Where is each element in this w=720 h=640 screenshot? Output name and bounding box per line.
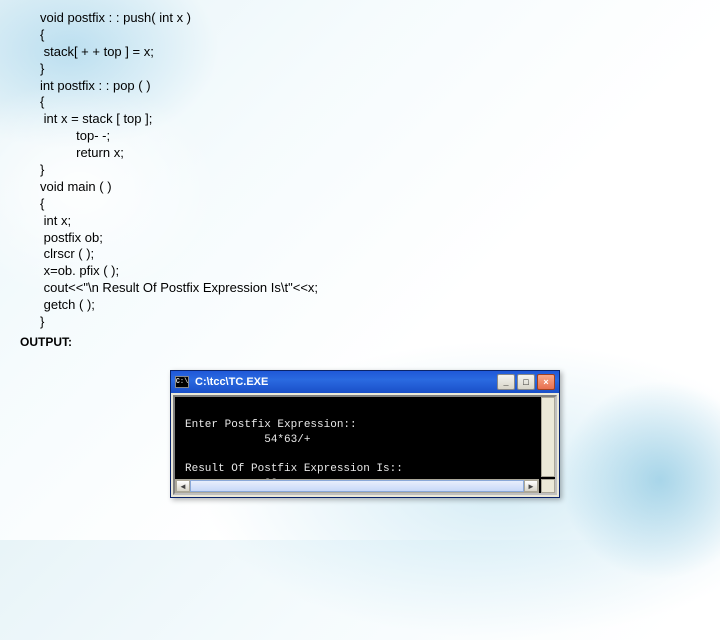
vertical-scrollbar[interactable] xyxy=(541,397,555,477)
horizontal-scrollbar[interactable]: ◄ ► xyxy=(175,479,539,493)
scroll-left-icon[interactable]: ◄ xyxy=(176,480,190,492)
slide-content: void postfix : : push( int x ) { stack[ … xyxy=(0,0,720,361)
scroll-right-icon[interactable]: ► xyxy=(524,480,538,492)
code-line: stack[ + + top ] = x; xyxy=(40,44,680,61)
code-line: int x; xyxy=(40,213,680,230)
console-window: C:\ C:\tcc\TC.EXE _ □ × Enter Postfix Ex… xyxy=(170,370,560,498)
code-line: postfix ob; xyxy=(40,230,680,247)
code-line: } xyxy=(40,314,680,331)
code-line: return x; xyxy=(40,145,680,162)
window-buttons: _ □ × xyxy=(497,374,555,390)
titlebar[interactable]: C:\ C:\tcc\TC.EXE _ □ × xyxy=(171,371,559,393)
code-line: void postfix : : push( int x ) xyxy=(40,10,680,27)
code-line: int postfix : : pop ( ) xyxy=(40,78,680,95)
minimize-button[interactable]: _ xyxy=(497,374,515,390)
code-line: getch ( ); xyxy=(40,297,680,314)
code-line: cout<<"\n Result Of Postfix Expression I… xyxy=(40,280,680,297)
output-label: OUTPUT: xyxy=(20,335,680,351)
window-title: C:\tcc\TC.EXE xyxy=(195,376,268,388)
code-line: void main ( ) xyxy=(40,179,680,196)
code-line: { xyxy=(40,196,680,213)
code-line: { xyxy=(40,94,680,111)
code-line: { xyxy=(40,27,680,44)
code-line: top- -; xyxy=(40,128,680,145)
code-line: clrscr ( ); xyxy=(40,246,680,263)
maximize-button[interactable]: □ xyxy=(517,374,535,390)
code-line: int x = stack [ top ]; xyxy=(40,111,680,128)
code-line: } xyxy=(40,61,680,78)
code-line: x=ob. pfix ( ); xyxy=(40,263,680,280)
code-line: } xyxy=(40,162,680,179)
close-button[interactable]: × xyxy=(537,374,555,390)
scroll-thumb[interactable] xyxy=(190,480,524,492)
cmd-icon: C:\ xyxy=(175,376,189,388)
resize-grip[interactable] xyxy=(541,479,555,493)
